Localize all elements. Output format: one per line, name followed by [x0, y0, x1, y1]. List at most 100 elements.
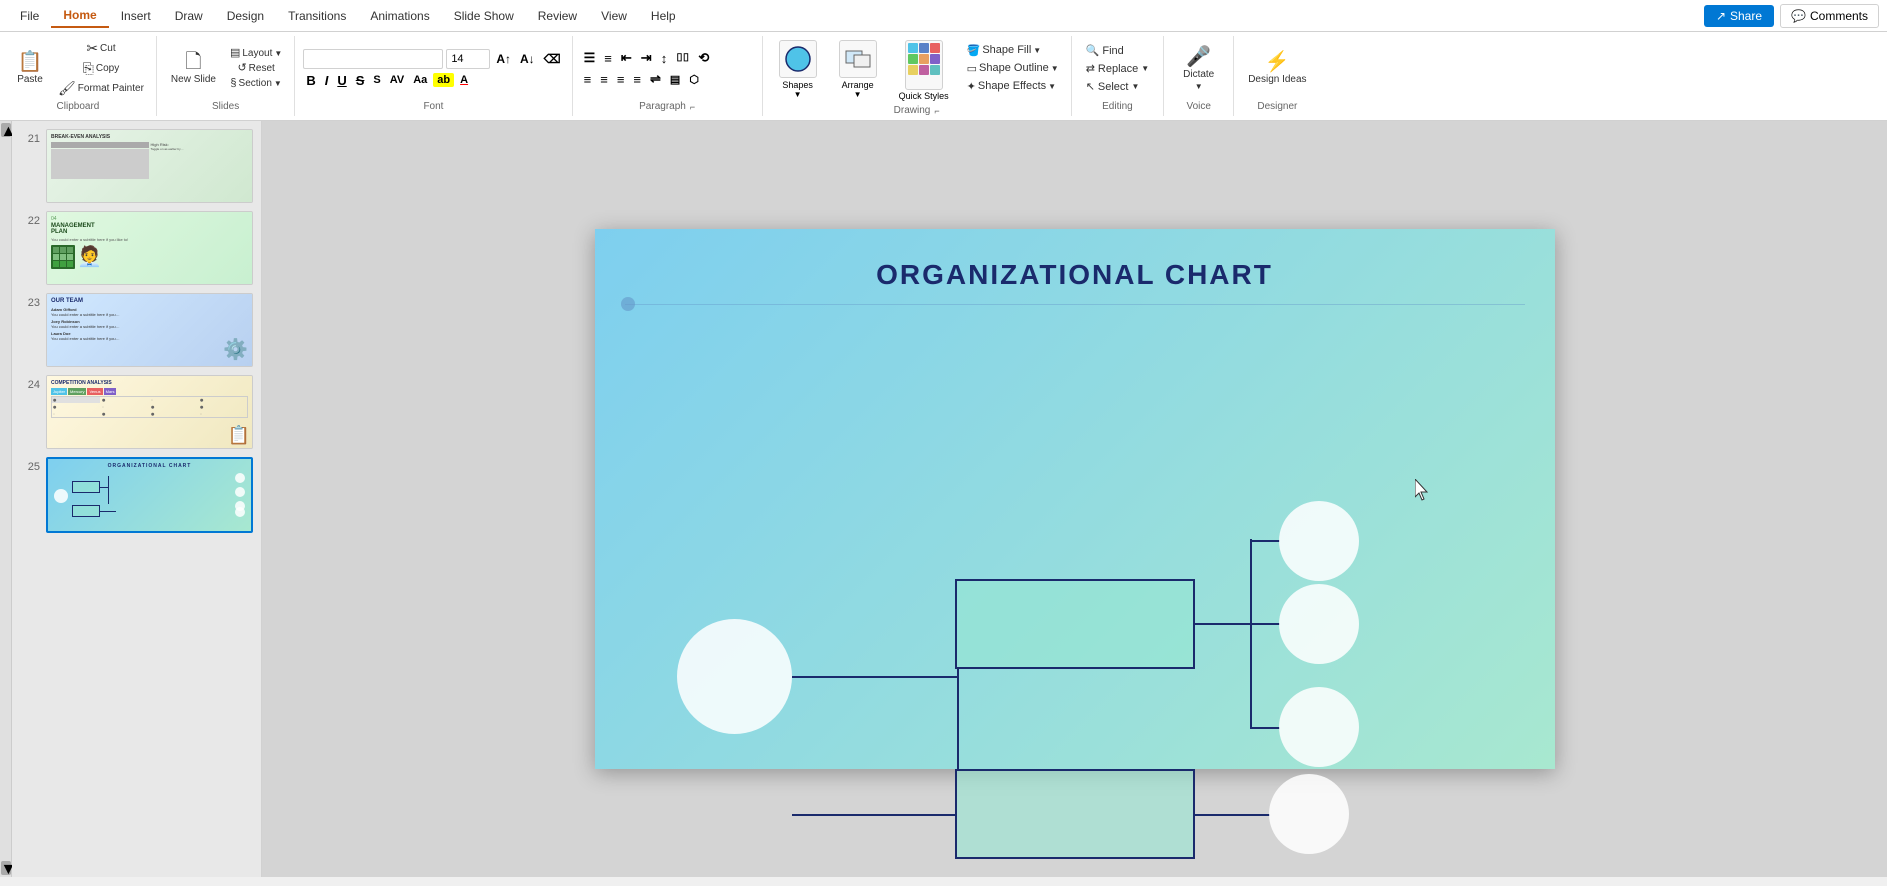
underline-button[interactable]: U — [334, 72, 349, 89]
reset-button[interactable]: ↺ Reset — [226, 62, 286, 75]
highlight-color-button[interactable]: ab — [433, 73, 454, 87]
connector-top-h — [1195, 623, 1250, 625]
title-decoration-dot — [621, 297, 635, 311]
align-text-button[interactable]: ▤ — [667, 72, 683, 87]
char-spacing-button[interactable]: AV — [387, 73, 407, 87]
font-size-input[interactable] — [446, 49, 490, 69]
align-left-button[interactable]: ≡ — [581, 71, 595, 88]
new-slide-button[interactable]: 🗋 New Slide — [165, 38, 222, 98]
section-button[interactable]: § Section ▼ — [226, 77, 286, 90]
decrease-font-button[interactable]: A↓ — [517, 51, 538, 67]
format-painter-button[interactable]: 🖌 Format Painter — [54, 79, 148, 97]
align-center-button[interactable]: ≡ — [597, 71, 611, 88]
tab-home[interactable]: Home — [51, 4, 108, 28]
bullets-button[interactable]: ☰ — [581, 49, 599, 67]
font-format-row: B I U S S AV Aa ab A — [303, 72, 471, 89]
tab-design[interactable]: Design — [215, 5, 276, 27]
slide-item-25[interactable]: 25 ORGANIZATIONAL CHART — [20, 457, 253, 533]
shape-effects-icon: ✦ — [967, 80, 976, 93]
numbering-button[interactable]: ≡ — [601, 50, 615, 67]
paragraph-dialog-launcher[interactable]: ⌐ — [690, 102, 695, 112]
bold-button[interactable]: B — [303, 72, 318, 89]
tab-transitions[interactable]: Transitions — [276, 5, 358, 27]
font-name-input[interactable] — [303, 49, 443, 69]
dictate-label: Dictate — [1183, 69, 1214, 80]
drawing-dialog-launcher[interactable]: ⌐ — [934, 106, 939, 116]
copy-icon: ⎘ — [83, 61, 94, 75]
shape-outline-button[interactable]: ▭ Shape Outline ▼ — [963, 61, 1063, 76]
justify-button[interactable]: ≡ — [630, 71, 644, 88]
smartart-button[interactable]: ⬡ — [686, 72, 702, 87]
paste-button[interactable]: 📋 Paste — [8, 38, 52, 98]
decrease-indent-button[interactable]: ⇤ — [618, 49, 635, 67]
replace-button[interactable]: ⇄ Replace ▼ — [1080, 61, 1156, 76]
font-name-row: A↑ A↓ ⌫ — [303, 49, 563, 69]
tab-view[interactable]: View — [589, 5, 639, 27]
columns-button[interactable]: ⌷⌷ — [673, 51, 692, 66]
comments-label: Comments — [1810, 9, 1868, 23]
text-direction-button[interactable]: ⇌ — [647, 70, 664, 88]
connector-bot-h — [1195, 814, 1270, 816]
slide-item-21[interactable]: 21 BREAK-EVEN ANALYSIS High Ris — [20, 129, 253, 203]
replace-label: Replace — [1098, 63, 1138, 75]
tab-slideshow[interactable]: Slide Show — [442, 5, 526, 27]
tab-insert[interactable]: Insert — [109, 5, 163, 27]
slide-item-23[interactable]: 23 OUR TEAM Adam GiffordYou could enter … — [20, 293, 253, 367]
shape-fill-button[interactable]: 🪣 Shape Fill ▼ — [963, 43, 1063, 58]
slide-thumb-23[interactable]: OUR TEAM Adam GiffordYou could enter a s… — [46, 293, 253, 367]
select-icon: ↖ — [1086, 80, 1095, 93]
clipboard-group: 📋 Paste ✂ Cut ⎘ Copy 🖌 — [0, 36, 157, 116]
scroll-down-arrow[interactable]: ▼ — [1, 861, 11, 875]
section-icon: § — [230, 78, 236, 89]
org-circle-mid-right — [1279, 584, 1359, 664]
slide-thumb-25[interactable]: ORGANIZATIONAL CHART — [46, 457, 253, 533]
slide-number-23: 23 — [20, 293, 40, 309]
tab-file[interactable]: File — [8, 5, 51, 27]
layout-label: Layout — [242, 48, 272, 59]
canvas-area[interactable]: ORGANIZATIONAL CHART — [262, 121, 1887, 877]
align-right-button[interactable]: ≡ — [614, 71, 628, 88]
new-slide-icon: 🗋 — [185, 52, 201, 72]
tab-help[interactable]: Help — [639, 5, 688, 27]
line-spacing-button[interactable]: ↕ — [658, 50, 671, 67]
ribbon-tab-bar: File Home Insert Draw Design Transitions… — [0, 0, 1887, 32]
design-ideas-button[interactable]: ⚡ Design Ideas — [1242, 39, 1312, 99]
italic-button[interactable]: I — [322, 72, 332, 89]
shape-effects-button[interactable]: ✦ Shape Effects ▼ — [963, 79, 1063, 94]
arrange-button[interactable]: Arrange ▼ — [831, 38, 885, 101]
scroll-up-arrow[interactable]: ▲ — [1, 123, 11, 137]
cut-button[interactable]: ✂ Cut — [54, 39, 148, 57]
increase-indent-button[interactable]: ⇥ — [638, 49, 655, 67]
connector-mid-circle-line — [1250, 623, 1280, 625]
quick-styles-button[interactable]: Quick Styles — [891, 38, 957, 103]
select-button[interactable]: ↖ Select ▼ — [1080, 79, 1146, 94]
slide-thumb-21[interactable]: BREAK-EVEN ANALYSIS High Risk: Toggle on… — [46, 129, 253, 203]
tab-animations[interactable]: Animations — [358, 5, 441, 27]
shapes-button[interactable]: Shapes ▼ — [771, 38, 825, 101]
font-color-button[interactable]: A — [457, 73, 471, 87]
layout-button[interactable]: ▤ Layout ▼ — [226, 47, 286, 60]
strikethrough-button[interactable]: S — [353, 72, 368, 89]
convert-smartart-button[interactable]: ⟲ — [695, 49, 712, 67]
increase-font-button[interactable]: A↑ — [493, 51, 514, 67]
share-button[interactable]: ↗ Share — [1704, 5, 1774, 27]
tab-review[interactable]: Review — [526, 5, 589, 27]
slide-thumb-22[interactable]: 04 MANAGEMENTPLAN You could enter a subt… — [46, 211, 253, 285]
shadow-button[interactable]: S — [370, 73, 383, 87]
slide-item-24[interactable]: 24 COMPETITION ANALYSIS Jupiter Mercury … — [20, 375, 253, 449]
tab-draw[interactable]: Draw — [163, 5, 215, 27]
dictate-button[interactable]: 🎤 Dictate ▼ — [1177, 39, 1221, 99]
clear-format-button[interactable]: ⌫ — [541, 51, 564, 67]
vertical-scrollbar[interactable]: ▲ ▼ — [0, 121, 12, 877]
change-case-button[interactable]: Aa — [410, 73, 430, 87]
comments-button[interactable]: 💬 Comments — [1780, 4, 1879, 28]
replace-icon: ⇄ — [1086, 62, 1095, 75]
voice-group: 🎤 Dictate ▼ Voice — [1164, 36, 1234, 116]
org-rect-top[interactable] — [955, 579, 1195, 669]
org-rect-bottom[interactable] — [955, 769, 1195, 859]
find-button[interactable]: 🔍 Find — [1080, 43, 1130, 58]
slide-item-22[interactable]: 22 04 MANAGEMENTPLAN You could enter a s… — [20, 211, 253, 285]
slide-thumb-24[interactable]: COMPETITION ANALYSIS Jupiter Mercury Ven… — [46, 375, 253, 449]
copy-button[interactable]: ⎘ Copy — [54, 59, 148, 77]
copy-label: Copy — [96, 63, 119, 74]
